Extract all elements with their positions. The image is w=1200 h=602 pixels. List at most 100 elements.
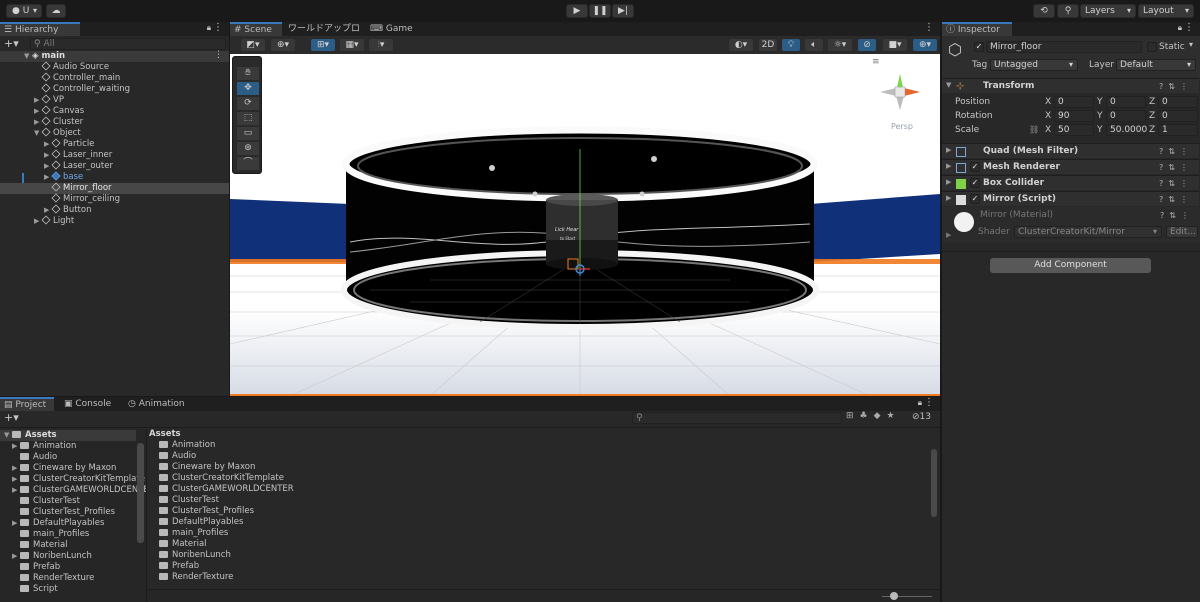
transform-tool-icon[interactable]: ⊛	[237, 142, 259, 155]
folder-item[interactable]: main_Profiles	[159, 528, 228, 539]
folder-item[interactable]: Material	[159, 539, 207, 550]
hierarchy-item[interactable]: ▶ base	[44, 171, 83, 183]
position-y-field[interactable]: 0	[1106, 96, 1146, 108]
folder-item[interactable]: NoribenLunch	[159, 550, 231, 561]
component-header-icons[interactable]: ?⇅⋮	[1159, 145, 1193, 158]
rotation-z-field[interactable]: 0	[1158, 110, 1198, 122]
component-header-icons[interactable]: ?⇅⋮	[1159, 80, 1193, 93]
folder-item[interactable]: DefaultPlayables	[159, 517, 243, 528]
scale-x-field[interactable]: 50	[1054, 124, 1094, 136]
component-header-icons[interactable]: ?⇅⋮	[1159, 161, 1193, 174]
hierarchy-item-selected[interactable]: Mirror_floor	[44, 182, 112, 194]
tree-item[interactable]: ▶ Cineware by Maxon	[12, 463, 116, 474]
tab-inspector[interactable]: ⓘ Inspector	[942, 22, 1012, 36]
hierarchy-search-input[interactable]: ⚲ All	[30, 38, 226, 50]
rotation-x-field[interactable]: 90	[1054, 110, 1094, 122]
mesh-renderer-header[interactable]: ▶ ✓ Mesh Renderer ?⇅⋮	[942, 159, 1199, 174]
hierarchy-item[interactable]: ▶ Button	[44, 204, 91, 216]
move-tool-icon[interactable]: ✥	[237, 82, 259, 95]
hierarchy-item[interactable]: ▶ Canvas	[34, 105, 84, 117]
mesh-filter-header[interactable]: ▶ Quad (Mesh Filter) ?⇅⋮	[942, 143, 1199, 158]
mirror-script-header[interactable]: ▶ ✓ Mirror (Script) ?⇅⋮	[942, 191, 1199, 206]
tree-root-assets[interactable]: ▼ Assets	[4, 430, 57, 441]
scale-tool-icon[interactable]: ⬚	[237, 112, 259, 125]
static-checkbox[interactable]	[1147, 42, 1157, 52]
tree-item[interactable]: ▶ DefaultPlayables	[12, 518, 104, 529]
component-header-icons[interactable]: ?⇅⋮	[1159, 193, 1193, 206]
folder-item[interactable]: Cineware by Maxon	[159, 462, 255, 473]
active-checkbox[interactable]: ✓	[974, 42, 984, 52]
hierarchy-item[interactable]: ▼ Object	[34, 127, 81, 139]
tree-item[interactable]: main_Profiles	[12, 529, 89, 540]
custom-tool-icon[interactable]: ⌒	[237, 157, 259, 170]
folder-item[interactable]: ClusterGAMEWORLDCENTER	[159, 484, 294, 495]
tree-item[interactable]: ▶ ClusterGAMEWORLDCENTER	[12, 485, 146, 496]
hierarchy-item[interactable]: ▶ VP	[34, 94, 64, 106]
shader-edit-button[interactable]: Edit...	[1166, 226, 1198, 238]
position-x-field[interactable]: 0	[1054, 96, 1094, 108]
folder-item[interactable]: Audio	[159, 451, 196, 462]
camera-dropdown[interactable]: ■▾	[882, 38, 908, 52]
folder-item[interactable]: ClusterCreatorKitTemplate	[159, 473, 284, 484]
project-search-input[interactable]: ⚲	[632, 412, 842, 424]
tab-hierarchy[interactable]: ☰ Hierarchy	[0, 22, 80, 36]
scale-y-field[interactable]: 50.0000	[1106, 124, 1147, 136]
folder-item[interactable]: Prefab	[159, 561, 199, 572]
more-options-icon[interactable]: ⋮	[1184, 22, 1194, 33]
material-header-icons[interactable]: ?⇅⋮	[1160, 209, 1194, 222]
create-button[interactable]: +▾	[4, 38, 19, 50]
more-options-icon[interactable]: ⋮	[924, 22, 934, 33]
rotation-y-field[interactable]: 0	[1106, 110, 1146, 122]
add-component-button[interactable]: Add Component	[990, 258, 1151, 273]
cloud-button[interactable]: ☁	[46, 4, 66, 18]
link-icon[interactable]: ⛓︎	[1029, 124, 1039, 136]
expand-arrow-icon[interactable]: ▶	[946, 231, 951, 239]
zoom-slider-handle[interactable]	[890, 592, 898, 600]
box-collider-enabled-checkbox[interactable]: ✓	[970, 178, 980, 188]
tree-scrollbar[interactable]	[137, 443, 144, 543]
tab-game[interactable]: ⌨ Game	[366, 22, 416, 36]
layout-dropdown[interactable]: Layout	[1138, 4, 1194, 18]
folder-item[interactable]: ClusterTest_Profiles	[159, 506, 254, 517]
tree-item[interactable]: ClusterTest_Profiles	[12, 507, 115, 518]
tree-item[interactable]: Script	[12, 584, 58, 595]
position-z-field[interactable]: 0	[1158, 96, 1198, 108]
rotate-tool-icon[interactable]: ⟳	[237, 97, 259, 110]
shading-mode-dropdown[interactable]: ◐▾	[728, 38, 754, 52]
component-header-icons[interactable]: ?⇅⋮	[1159, 177, 1193, 190]
breadcrumb[interactable]: Assets	[149, 429, 181, 440]
scene-viewport[interactable]: Lick Hear to Start Persp ≡ ✋︎ ✥ ⟳ ⬚ ▭ ⊛ …	[230, 54, 940, 396]
folder-item[interactable]: RenderTexture	[159, 572, 233, 583]
layers-dropdown[interactable]: Layers	[1080, 4, 1136, 18]
lighting-toggle[interactable]: 💡︎	[781, 38, 801, 52]
tag-dropdown[interactable]: Untagged	[990, 59, 1078, 71]
global-local-dropdown[interactable]: ⊕▾	[270, 38, 296, 52]
tree-item[interactable]: ClusterTest	[12, 496, 80, 507]
pause-button[interactable]: ❚❚	[589, 4, 611, 18]
transform-header[interactable]: ▼ ⊹ Transform ?⇅⋮	[942, 78, 1199, 93]
tab-world-upload[interactable]: ワールドアップロード	[284, 22, 364, 48]
history-button[interactable]: ⟲	[1033, 4, 1055, 18]
effects-dropdown[interactable]: ☼▾	[827, 38, 853, 52]
hierarchy-item[interactable]: ▶ Light	[34, 215, 74, 227]
create-button[interactable]: +▾	[4, 412, 19, 424]
account-dropdown[interactable]: ● U	[6, 4, 42, 18]
scene-menu-icon[interactable]: ⋮	[214, 50, 223, 60]
layer-dropdown[interactable]: Default	[1116, 59, 1196, 71]
play-button[interactable]: ▶	[566, 4, 588, 18]
scene-visibility-toggle[interactable]: ⊘	[857, 38, 877, 52]
lock-icon[interactable]: 🔒︎	[918, 398, 922, 408]
static-dropdown-icon[interactable]: ▾	[1189, 40, 1193, 49]
folder-item[interactable]: Animation	[159, 440, 215, 451]
gizmo-menu-icon[interactable]: ≡	[872, 57, 880, 67]
hierarchy-item[interactable]: ▶ Laser_inner	[44, 149, 112, 161]
more-options-icon[interactable]: ⋮	[213, 22, 223, 33]
object-name-input[interactable]: Mirror_floor	[986, 41, 1142, 53]
tree-item[interactable]: Audio	[12, 452, 57, 463]
shader-dropdown[interactable]: ClusterCreatorKit/Mirror	[1014, 226, 1162, 238]
scale-z-field[interactable]: 1	[1158, 124, 1198, 136]
search-button[interactable]: ⚲	[1057, 4, 1079, 18]
scene-row[interactable]: ▼ ◈ main ⋮	[0, 50, 229, 62]
tree-item[interactable]: ▶ Animation	[12, 441, 76, 452]
filter-icons[interactable]: ⊞♣◆★	[846, 411, 901, 421]
